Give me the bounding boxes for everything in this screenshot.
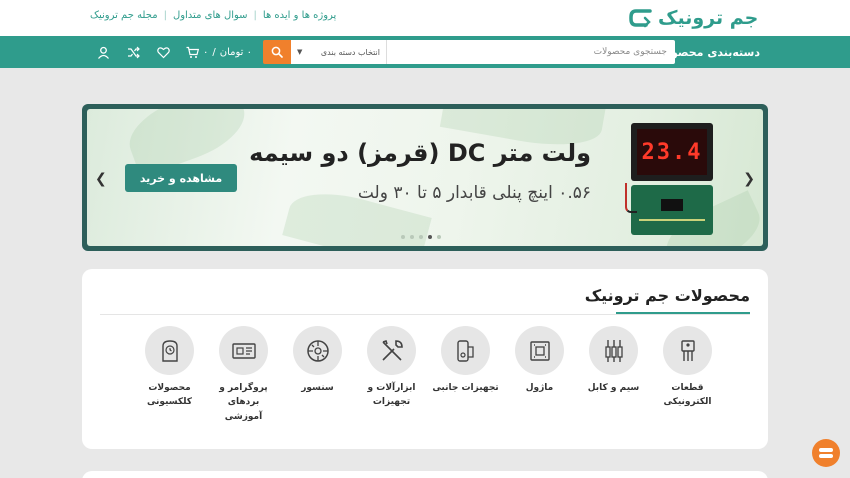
search-icon [271,46,283,58]
tools-icon [381,339,403,361]
top-bar: پروژه ها و ایده ها | سوال های متداول | م… [0,0,850,36]
user-account-icon[interactable] [96,45,110,59]
products-section: محصولات جم ترونیک قطعات الکترونیکی سیم و… [82,269,768,449]
category-label: ابزارآلات و تجهیزات [367,383,416,408]
category-circle [663,326,712,375]
banner-title: ولت متر DC (قرمز) دو سیمه [249,139,591,167]
pcb-trace [639,219,705,221]
board-icon [231,342,256,359]
voltmeter-reading: 23.4 [637,129,707,175]
collectible-icon [161,339,178,362]
wire-icon [604,339,623,362]
slider-dot[interactable] [419,235,423,239]
category-circle [589,326,638,375]
chevron-down-icon: ▼ [297,48,303,56]
slider-dot[interactable] [437,235,441,239]
category-label: سنسور [301,383,334,393]
category-select-value: انتخاب دسته بندی [320,47,380,57]
cart-icon [186,46,199,58]
top-links: پروژه ها و ایده ها | سوال های متداول | م… [90,10,336,21]
site-logo[interactable]: جم ترونیک [628,4,760,32]
banner-slide: ❯ ❮ 23.4 ولت متر DC (قرمز) دو سیمه ۰.۵۶ … [87,109,763,246]
voltmeter-display-image: 23.4 [631,123,713,181]
category-circle [145,326,194,375]
top-link-projects[interactable]: پروژه ها و ایده ها [263,10,336,21]
top-link-magazine[interactable]: مجله جم ترونیک [90,10,158,21]
category-label: سیم و کابل [587,383,640,393]
category-label: پروگرامر و بردهای آموزشی [219,383,268,422]
slider-prev-arrow[interactable]: ❯ [95,171,107,187]
compare-shuffle-icon[interactable] [126,45,140,59]
main-nav-bar: دسته‌بندی محصولات ⌵ ▼ انتخاب دسته بندی ۰… [0,36,850,68]
support-chat-button[interactable] [812,439,840,467]
category-circle [293,326,342,375]
category-label: قطعات الکترونیکی [663,383,712,408]
category-circle [219,326,268,375]
category-collectibles[interactable]: محصولات کلکسیونی [145,326,194,424]
transistor-icon [680,339,695,361]
category-tools[interactable]: ابزارآلات و تجهیزات [367,326,416,424]
chat-icon [819,448,833,458]
pcb-chip [661,199,683,211]
banner-subtitle: ۰.۵۶ اینچ پنلی قابدار ۵ تا ۳۰ ولت [357,183,591,203]
search-button[interactable] [263,40,291,64]
category-select[interactable]: ▼ انتخاب دسته بندی [291,40,387,64]
accessory-icon [456,339,474,362]
category-list: قطعات الکترونیکی سیم و کابل ماژول تجهیزا… [145,326,712,424]
category-circle [441,326,490,375]
voltmeter-wire [625,183,637,213]
category-sensor[interactable]: سنسور [293,326,342,424]
logo-mark-icon [629,9,652,28]
category-label: تجهیزات جانبی [432,383,499,393]
slider-dot[interactable] [428,235,432,239]
category-label: محصولات کلکسیونی [146,383,193,408]
slider-dot[interactable] [410,235,414,239]
nav-icons: ۰ تومان / ۰ [96,36,252,68]
next-section-card [82,471,768,478]
module-icon [529,340,550,361]
slider-next-arrow[interactable]: ❮ [743,171,755,187]
search-input[interactable] [387,40,675,64]
slider-dots [401,235,441,239]
view-and-buy-button[interactable]: مشاهده و خرید [125,164,237,192]
cart-separator: / [212,46,216,58]
link-separator: | [253,10,257,21]
category-programmer-boards[interactable]: پروگرامر و بردهای آموزشی [219,326,268,424]
hero-banner: ❯ ❮ 23.4 ولت متر DC (قرمز) دو سیمه ۰.۵۶ … [82,104,768,251]
voltmeter-pcb-image [631,185,713,235]
cart-count: ۰ [203,46,209,58]
section-title: محصولات جم ترونیک [584,286,750,305]
category-circle [515,326,564,375]
category-label: ماژول [525,383,554,393]
category-accessories[interactable]: تجهیزات جانبی [432,326,499,424]
top-link-faq[interactable]: سوال های متداول [173,10,248,21]
link-separator: | [163,10,167,21]
sensor-icon [306,339,329,362]
cart-button[interactable]: ۰ تومان / ۰ [186,46,252,59]
slider-dot[interactable] [401,235,405,239]
wishlist-heart-icon[interactable] [156,45,170,59]
cart-total: ۰ تومان [219,46,252,58]
logo-text: جم ترونیک [658,7,759,29]
search-bar: ▼ انتخاب دسته بندی [263,40,675,64]
category-circle [367,326,416,375]
category-module[interactable]: ماژول [515,326,564,424]
category-electronic-parts[interactable]: قطعات الکترونیکی [663,326,712,424]
section-divider [100,314,750,315]
category-wire-cable[interactable]: سیم و کابل [588,326,639,424]
